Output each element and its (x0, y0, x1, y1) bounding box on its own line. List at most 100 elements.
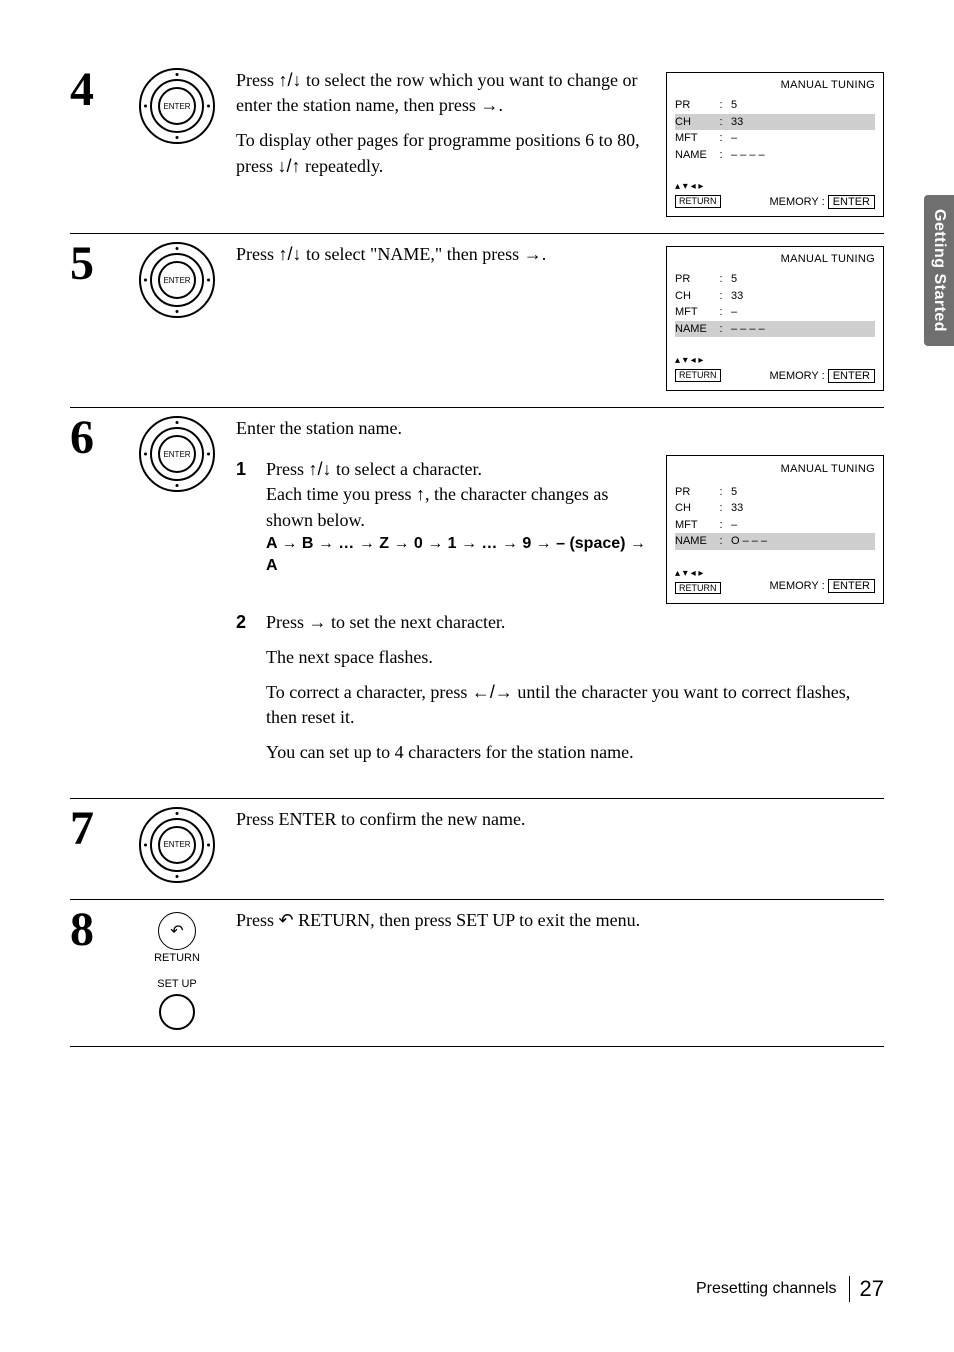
remote-icon-col: ENTER (132, 807, 222, 883)
step-4: 4 ENTER Press ↑/↓ to select the row whic… (70, 60, 884, 234)
osd-value: O – – – (725, 533, 875, 550)
enter-button-icon: ENTER (139, 416, 215, 492)
osd-title: MANUAL TUNING (675, 253, 875, 265)
osd-enter-label: ENTER (828, 195, 875, 209)
text: Press (266, 459, 309, 479)
enter-cap: ENTER (158, 826, 196, 864)
osd-memory: MEMORY : ENTER (769, 196, 875, 208)
text: Press (266, 612, 309, 632)
osd-label: PR (675, 484, 717, 501)
osd-screen-6: MANUAL TUNING PR:5 CH:33 MFT:– NAME:O – … (666, 455, 884, 603)
enter-cap: ENTER (158, 261, 196, 299)
char-sequence: A → B → … → Z → 0 → 1 → … → 9 → – (space… (266, 533, 652, 578)
text: repeatedly. (301, 156, 384, 176)
osd-title: MANUAL TUNING (675, 79, 875, 91)
osd-return-label: RETURN (675, 195, 721, 208)
text: Press (236, 70, 279, 90)
text: . (542, 244, 547, 264)
nav-arrows-icon: ▴ ▾ ◂ ▸ (675, 568, 721, 580)
osd-screen-5: MANUAL TUNING PR:5 CH:33 MFT:– NAME:– – … (666, 246, 884, 391)
right-icon: → (309, 612, 327, 632)
remote-icon-col: ENTER (132, 416, 222, 782)
step-7-text: Press ENTER to confirm the new name. (236, 807, 884, 883)
text: Each time you press (266, 484, 416, 504)
osd-nav: ▴ ▾ ◂ ▸ RETURN (675, 355, 721, 382)
remote-icon-col: ENTER (132, 242, 222, 391)
step-number: 8 (70, 908, 118, 1030)
up-icon: ↑ (416, 484, 425, 504)
text: . (498, 95, 503, 115)
osd-label: CH (675, 500, 717, 517)
osd-value: – (725, 130, 875, 147)
osd-memory: MEMORY : ENTER (769, 579, 875, 594)
text: The next space flashes. (266, 645, 884, 670)
osd-screen-4: MANUAL TUNING PR:5 CH:33 MFT:– NAME:– – … (666, 72, 884, 217)
osd-value: 33 (725, 288, 875, 305)
text: Press (236, 244, 279, 264)
right-icon: → (524, 244, 542, 264)
enter-cap: ENTER (158, 435, 196, 473)
osd-title: MANUAL TUNING (675, 462, 875, 477)
remote-icon-col: ENTER (132, 68, 222, 217)
osd-value: 33 (725, 500, 875, 517)
down-up-icon: ↓/↑ (278, 156, 301, 176)
up-down-icon: ↑/↓ (279, 244, 302, 264)
osd-value: – (725, 517, 875, 534)
step-5-text: Press ↑/↓ to select "NAME," then press →… (236, 242, 652, 391)
enter-button-icon: ENTER (139, 807, 215, 883)
right-icon: → (480, 95, 498, 115)
substep-2: 2 Press → to set the next character. The… (236, 610, 884, 776)
return-label: RETURN (132, 952, 222, 964)
text: Press (236, 910, 279, 930)
osd-label: NAME (675, 533, 717, 550)
manual-page: Getting Started 4 ENTER Press ↑/↓ to sel… (0, 0, 954, 1352)
substep-number: 1 (236, 457, 256, 577)
step-number: 5 (70, 242, 118, 391)
memory-label: MEMORY : (769, 370, 824, 382)
osd-enter-label: ENTER (828, 579, 875, 593)
up-down-icon: ↑/↓ (309, 459, 332, 479)
page-number: 27 (849, 1276, 884, 1302)
osd-value: 5 (725, 271, 875, 288)
left-right-icon: ←/→ (472, 682, 513, 702)
osd-value: – – – – (725, 321, 875, 338)
return-button-icon: ↶ (158, 912, 196, 950)
remote-icon-col: ↶ RETURN SET UP (132, 908, 222, 1030)
enter-button-icon: ENTER (139, 242, 215, 318)
substep-1: 1 Press ↑/↓ to select a character. Each … (236, 457, 652, 577)
text: You can set up to 4 characters for the s… (266, 740, 884, 765)
osd-label: CH (675, 114, 717, 131)
osd-label: MFT (675, 304, 717, 321)
text: to select "NAME," then press (302, 244, 524, 264)
text: to set the next character. (327, 612, 506, 632)
up-down-icon: ↑/↓ (279, 70, 302, 90)
step-5: 5 ENTER Press ↑/↓ to select "NAME," then… (70, 234, 884, 408)
osd-label: NAME (675, 147, 717, 164)
setup-label: SET UP (132, 978, 222, 990)
step-8: 8 ↶ RETURN SET UP Press ↶ RETURN, then p… (70, 900, 884, 1047)
osd-label: MFT (675, 517, 717, 534)
osd-label: MFT (675, 130, 717, 147)
intro-text: Enter the station name. (236, 416, 884, 441)
step-6: 6 ENTER Enter the station name. 1 Press … (70, 408, 884, 799)
substep-number: 2 (236, 610, 256, 776)
step-6-text: Enter the station name. 1 Press ↑/↓ to s… (236, 416, 884, 782)
enter-cap: ENTER (158, 87, 196, 125)
osd-label: NAME (675, 321, 717, 338)
osd-memory: MEMORY : ENTER (769, 370, 875, 382)
osd-value: 5 (725, 97, 875, 114)
osd-label: PR (675, 271, 717, 288)
step-7: 7 ENTER Press ENTER to confirm the new n… (70, 799, 884, 900)
osd-return-label: RETURN (675, 582, 721, 595)
step-number: 6 (70, 416, 118, 782)
step-8-text: Press ↶ RETURN, then press SET UP to exi… (236, 908, 884, 1030)
osd-nav: ▴ ▾ ◂ ▸ RETURN (675, 181, 721, 208)
osd-value: – – – – (725, 147, 875, 164)
return-icon: ↶ (279, 910, 294, 930)
enter-button-icon: ENTER (139, 68, 215, 144)
osd-value: – (725, 304, 875, 321)
step-4-text: Press ↑/↓ to select the row which you wa… (236, 68, 652, 217)
setup-button-icon (159, 994, 195, 1030)
nav-arrows-icon: ▴ ▾ ◂ ▸ (675, 181, 721, 193)
osd-return-label: RETURN (675, 369, 721, 382)
